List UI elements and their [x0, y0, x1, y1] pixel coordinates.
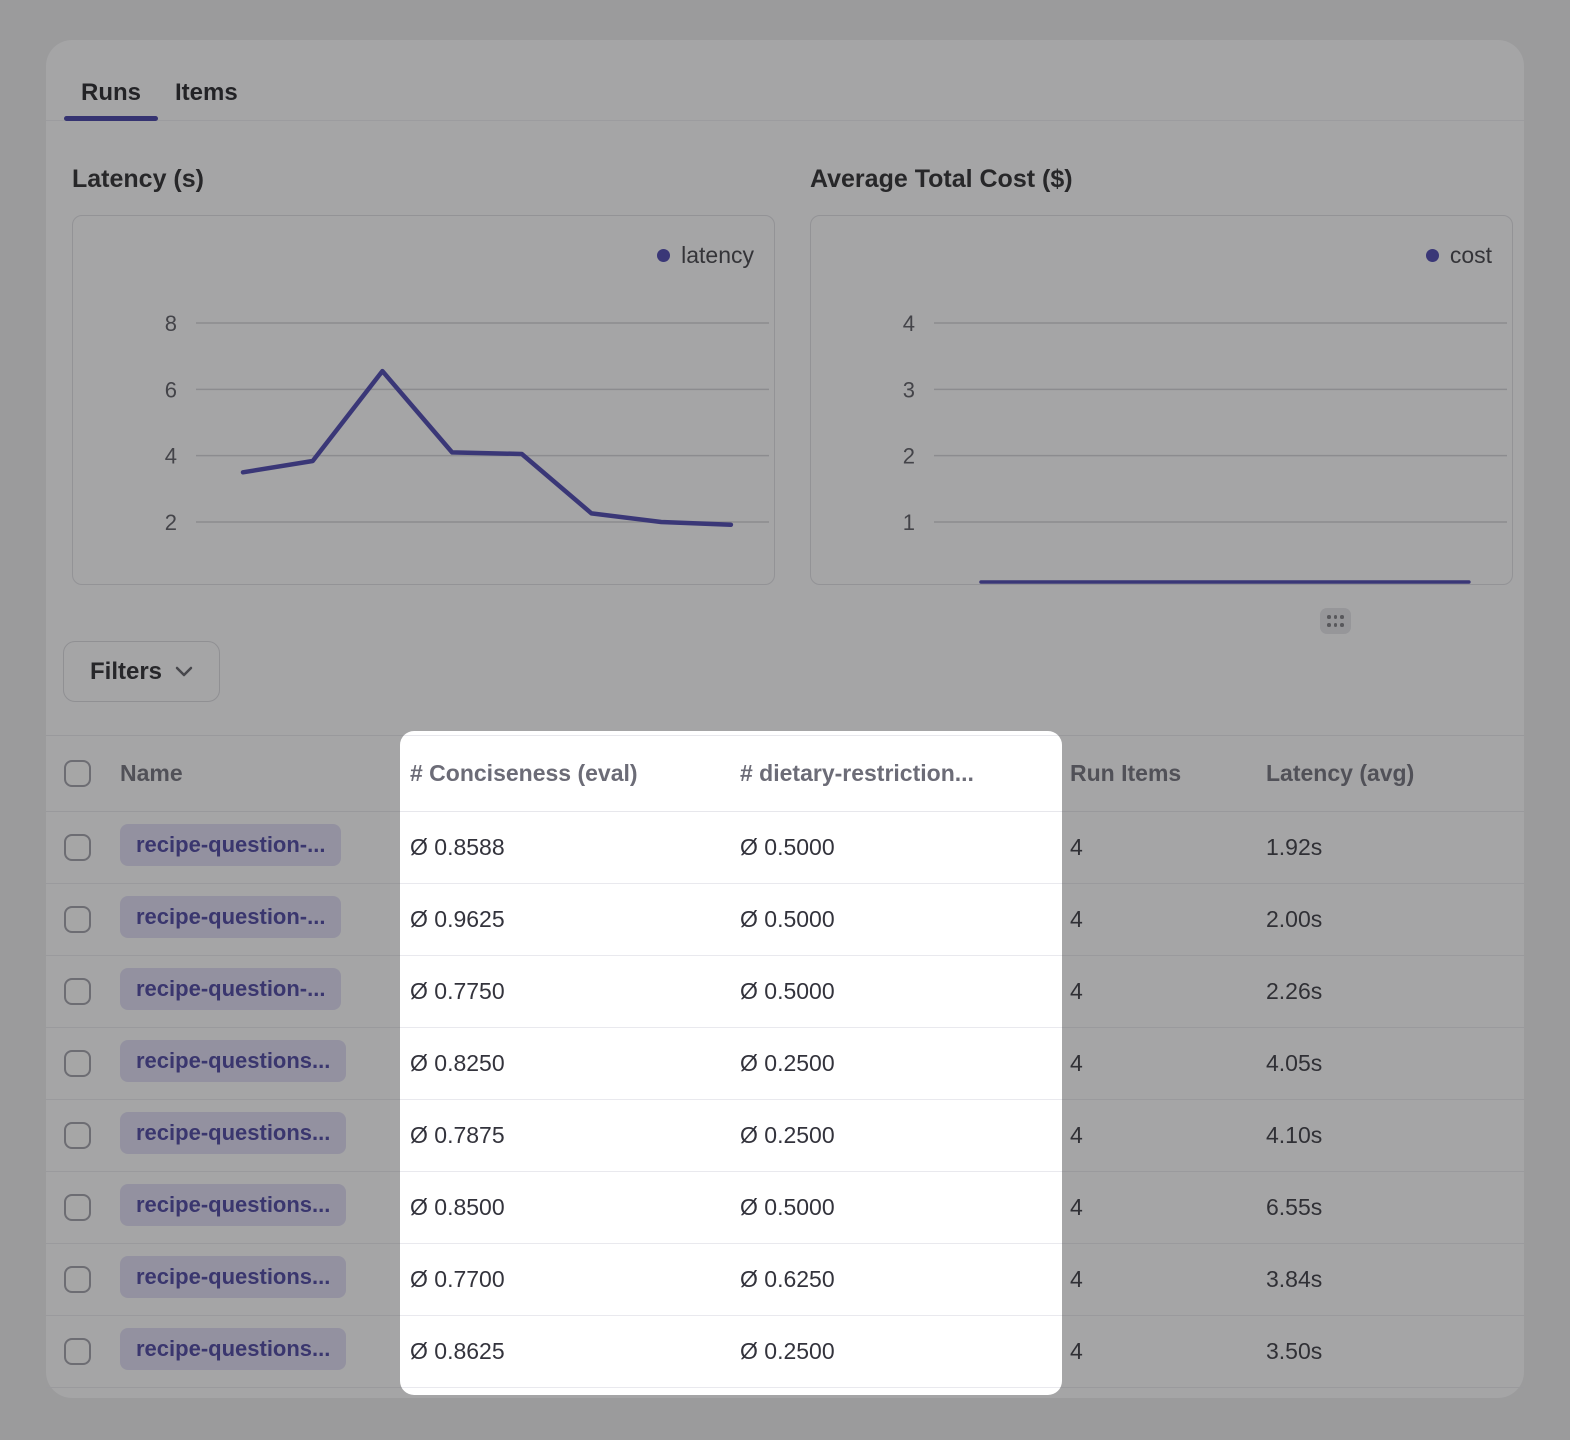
svg-text:1: 1	[903, 510, 915, 535]
svg-text:2: 2	[165, 510, 177, 535]
svg-text:6: 6	[165, 377, 177, 402]
run-items-value: 4	[1060, 834, 1256, 861]
latency-avg-value: 2.26s	[1256, 978, 1524, 1005]
svg-text:8: 8	[165, 311, 177, 336]
run-items-value: 4	[1060, 1122, 1256, 1149]
row-checkbox[interactable]	[64, 834, 91, 861]
svg-text:2: 2	[903, 444, 915, 469]
tab-runs[interactable]: Runs	[64, 65, 158, 120]
tabs-bar: Runs Items	[46, 40, 1524, 121]
row-checkbox[interactable]	[64, 906, 91, 933]
run-name-link[interactable]: recipe-questions...	[120, 1184, 346, 1226]
table-row: recipe-questions... Ø 0.7875 Ø 0.2500 4 …	[46, 1100, 1524, 1172]
conciseness-value: Ø 0.8625	[400, 1338, 730, 1365]
dietary-restriction-value: Ø 0.2500	[730, 1050, 1060, 1077]
legend-dot-icon	[1426, 249, 1439, 262]
cost-legend: cost	[1426, 242, 1492, 269]
latency-avg-value: 4.10s	[1256, 1122, 1524, 1149]
latency-avg-value: 4.05s	[1256, 1050, 1524, 1077]
latency-legend-label: latency	[681, 242, 754, 269]
conciseness-value: Ø 0.8250	[400, 1050, 730, 1077]
header-latency-avg: Latency (avg)	[1256, 760, 1524, 787]
table-row: recipe-question-... Ø 0.9625 Ø 0.5000 4 …	[46, 884, 1524, 956]
dietary-restriction-value: Ø 0.5000	[730, 978, 1060, 1005]
page-background: Runs Items Latency (s) Average Total Cos…	[0, 0, 1570, 1440]
run-name-link[interactable]: recipe-questions...	[120, 1328, 346, 1370]
conciseness-value: Ø 0.7875	[400, 1122, 730, 1149]
svg-text:4: 4	[165, 444, 177, 469]
table-row: recipe-questions... Ø 0.7700 Ø 0.6250 4 …	[46, 1244, 1524, 1316]
row-checkbox[interactable]	[64, 1122, 91, 1149]
chart-titles-row: Latency (s) Average Total Cost ($)	[46, 165, 1524, 199]
cost-chart-title: Average Total Cost ($)	[810, 165, 1073, 194]
conciseness-value: Ø 0.8588	[400, 834, 730, 861]
table-row: recipe-questions... Ø 0.8500 Ø 0.5000 4 …	[46, 1172, 1524, 1244]
table-row: recipe-questions... Ø 0.8625 Ø 0.2500 4 …	[46, 1316, 1524, 1388]
dietary-restriction-value: Ø 0.5000	[730, 834, 1060, 861]
table-row: recipe-questions... Ø 0.8250 Ø 0.2500 4 …	[46, 1028, 1524, 1100]
conciseness-value: Ø 0.7750	[400, 978, 730, 1005]
row-checkbox[interactable]	[64, 1050, 91, 1077]
conciseness-value: Ø 0.8500	[400, 1194, 730, 1221]
run-items-value: 4	[1060, 1338, 1256, 1365]
chevron-down-icon	[175, 666, 193, 677]
run-items-value: 4	[1060, 1266, 1256, 1293]
latency-avg-value: 2.00s	[1256, 906, 1524, 933]
run-name-link[interactable]: recipe-questions...	[120, 1040, 346, 1082]
tab-items[interactable]: Items	[158, 65, 255, 120]
svg-text:3: 3	[903, 377, 915, 402]
run-name-link[interactable]: recipe-questions...	[120, 1256, 346, 1298]
header-conciseness: # Conciseness (eval)	[400, 760, 730, 787]
cost-chart-plot: 4 3 2 1	[811, 216, 1512, 584]
row-checkbox[interactable]	[64, 1338, 91, 1365]
run-items-value: 4	[1060, 1194, 1256, 1221]
header-name: Name	[120, 760, 400, 787]
filters-button[interactable]: Filters	[63, 641, 220, 702]
header-run-items: Run Items	[1060, 760, 1256, 787]
run-items-value: 4	[1060, 978, 1256, 1005]
latency-chart-title: Latency (s)	[72, 165, 204, 194]
run-items-value: 4	[1060, 1050, 1256, 1077]
filters-button-label: Filters	[90, 658, 162, 686]
latency-avg-value: 6.55s	[1256, 1194, 1524, 1221]
conciseness-value: Ø 0.7700	[400, 1266, 730, 1293]
run-items-value: 4	[1060, 906, 1256, 933]
row-checkbox[interactable]	[64, 1266, 91, 1293]
run-name-link[interactable]: recipe-questions...	[120, 1112, 346, 1154]
runs-panel: Runs Items Latency (s) Average Total Cos…	[46, 40, 1524, 1398]
conciseness-value: Ø 0.9625	[400, 906, 730, 933]
run-name-link[interactable]: recipe-question-...	[120, 824, 341, 866]
latency-chart-plot: 8 6 4 2	[73, 216, 774, 584]
dietary-restriction-value: Ø 0.5000	[730, 906, 1060, 933]
table-body: recipe-question-... Ø 0.8588 Ø 0.5000 4 …	[46, 812, 1524, 1388]
latency-avg-value: 3.50s	[1256, 1338, 1524, 1365]
select-all-checkbox[interactable]	[64, 760, 91, 787]
runs-table: Name # Conciseness (eval) # dietary-rest…	[46, 735, 1524, 1388]
latency-avg-value: 1.92s	[1256, 834, 1524, 861]
dietary-restriction-value: Ø 0.6250	[730, 1266, 1060, 1293]
table-header-row: Name # Conciseness (eval) # dietary-rest…	[46, 735, 1524, 812]
drag-handle-icon[interactable]	[1320, 608, 1351, 634]
cost-chart: 4 3 2 1 cost	[810, 215, 1513, 585]
tab-items-label: Items	[175, 79, 238, 107]
run-name-link[interactable]: recipe-question-...	[120, 968, 341, 1010]
latency-avg-value: 3.84s	[1256, 1266, 1524, 1293]
tab-runs-label: Runs	[81, 79, 141, 107]
row-checkbox[interactable]	[64, 978, 91, 1005]
dietary-restriction-value: Ø 0.5000	[730, 1194, 1060, 1221]
table-row: recipe-question-... Ø 0.8588 Ø 0.5000 4 …	[46, 812, 1524, 884]
svg-text:4: 4	[903, 311, 915, 336]
dietary-restriction-value: Ø 0.2500	[730, 1338, 1060, 1365]
latency-legend: latency	[657, 242, 754, 269]
dietary-restriction-value: Ø 0.2500	[730, 1122, 1060, 1149]
legend-dot-icon	[657, 249, 670, 262]
table-row: recipe-question-... Ø 0.7750 Ø 0.5000 4 …	[46, 956, 1524, 1028]
run-name-link[interactable]: recipe-question-...	[120, 896, 341, 938]
row-checkbox[interactable]	[64, 1194, 91, 1221]
latency-chart: 8 6 4 2 latency	[72, 215, 775, 585]
header-dietary-restriction: # dietary-restriction...	[730, 760, 1060, 787]
cost-legend-label: cost	[1450, 242, 1492, 269]
charts-row: 8 6 4 2 latency 4 3 2 1 cost	[72, 215, 1524, 585]
